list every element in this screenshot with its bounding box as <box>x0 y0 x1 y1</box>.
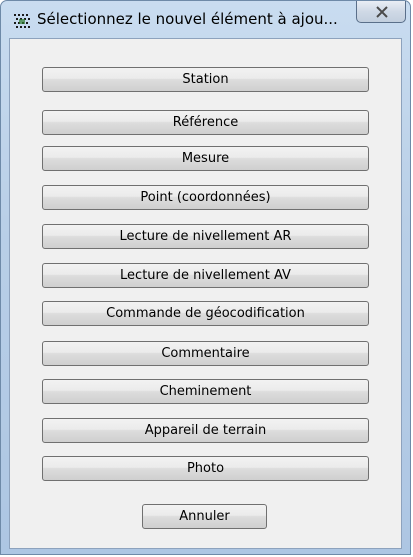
station-button[interactable]: Station <box>42 67 369 92</box>
dot-grid-icon <box>13 13 31 29</box>
title-bar[interactable]: Sélectionnez le nouvel élément à ajou... <box>1 1 410 35</box>
geocoding-command-button[interactable]: Commande de géocodification <box>42 301 369 326</box>
reference-button[interactable]: Référence <box>42 110 369 135</box>
window-title: Sélectionnez le nouvel élément à ajou... <box>37 10 338 28</box>
traverse-button[interactable]: Cheminement <box>42 379 369 404</box>
dialog-body: Station Référence Mesure Point (coordonn… <box>9 38 402 549</box>
mesure-button[interactable]: Mesure <box>42 146 369 171</box>
cancel-button[interactable]: Annuler <box>142 504 267 529</box>
point-coordinates-button[interactable]: Point (coordonnées) <box>42 185 369 210</box>
dialog-window: Sélectionnez le nouvel élément à ajou...… <box>0 0 411 555</box>
leveling-reading-back-button[interactable]: Lecture de nivellement AR <box>42 224 369 249</box>
comment-button[interactable]: Commentaire <box>42 341 369 366</box>
leveling-reading-front-button[interactable]: Lecture de nivellement AV <box>42 263 369 288</box>
photo-button[interactable]: Photo <box>42 456 369 481</box>
close-icon <box>376 6 388 18</box>
field-device-button[interactable]: Appareil de terrain <box>42 418 369 443</box>
close-button[interactable] <box>356 1 406 23</box>
